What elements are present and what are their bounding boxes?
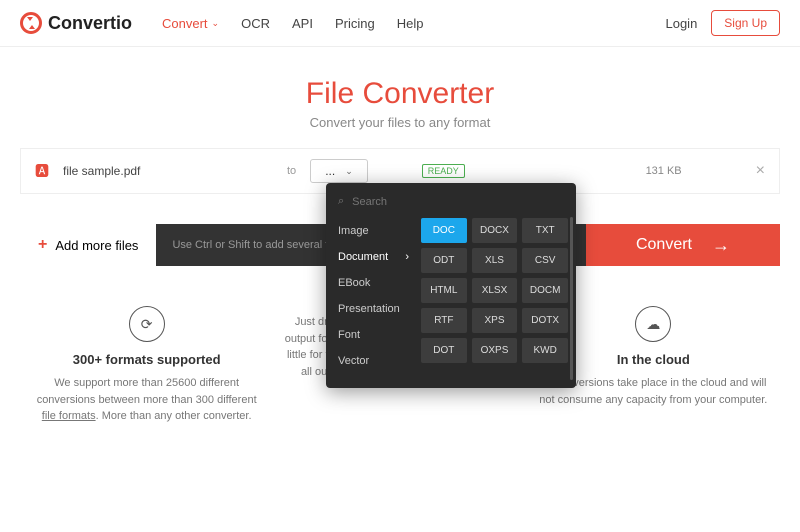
nav-ocr[interactable]: OCR — [241, 16, 270, 31]
category-image[interactable]: Image — [326, 218, 421, 244]
format-rtf[interactable]: RTF — [421, 308, 467, 333]
category-presentation[interactable]: Presentation — [326, 296, 421, 322]
signup-button[interactable]: Sign Up — [711, 10, 780, 36]
format-grid: DOCDOCXTXT ODTXLSCSV HTMLXLSXDOCM RTFXPSDOT… — [421, 214, 576, 378]
hero: File Converter Convert your files to any… — [0, 47, 800, 148]
feature-body: We support more than 25600 different con… — [30, 375, 263, 425]
format-kwd[interactable]: KWD — [522, 338, 568, 363]
nav-convert[interactable]: Convert⌄ — [162, 16, 219, 31]
format-xps[interactable]: XPS — [472, 308, 518, 333]
format-dotx[interactable]: DOTX — [522, 308, 568, 333]
file-formats-link[interactable]: file formats — [42, 410, 96, 422]
to-label: to — [287, 165, 296, 177]
nav-links: Convert⌄ OCR API Pricing Help — [162, 16, 423, 31]
convert-button[interactable]: Convert→ — [586, 224, 780, 266]
brand-name: Convertio — [48, 13, 132, 34]
category-ebook[interactable]: EBook — [326, 270, 421, 296]
remove-file-button[interactable]: × — [756, 162, 765, 180]
format-txt[interactable]: TXT — [522, 218, 568, 243]
login-link[interactable]: Login — [665, 16, 697, 31]
status-badge: READY — [422, 164, 465, 178]
format-oxps[interactable]: OXPS — [472, 338, 518, 363]
format-csv[interactable]: CSV — [522, 248, 568, 273]
chevron-down-icon: ⌄ — [212, 18, 220, 29]
category-font[interactable]: Font — [326, 322, 421, 348]
format-docx[interactable]: DOCX — [472, 218, 518, 243]
category-document[interactable]: Document› — [326, 244, 421, 270]
format-docm[interactable]: DOCM — [522, 278, 568, 303]
logo-icon — [20, 12, 42, 34]
category-list: ImageDocument›EBookPresentationFontVecto… — [326, 214, 421, 378]
feature-formats: ⟳ 300+ formats supported We support more… — [30, 306, 263, 425]
format-dropdown: ⌕ ImageDocument›EBookPresentationFontVec… — [326, 183, 576, 388]
nav-api[interactable]: API — [292, 16, 313, 31]
add-more-button[interactable]: + Add more files — [20, 224, 156, 266]
format-dot[interactable]: DOT — [421, 338, 467, 363]
format-doc[interactable]: DOC — [421, 218, 467, 243]
search-icon: ⌕ — [338, 195, 344, 208]
feature-title: 300+ formats supported — [30, 352, 263, 367]
logo[interactable]: Convertio — [20, 12, 132, 34]
scrollbar[interactable] — [570, 217, 573, 380]
chevron-right-icon: › — [405, 251, 409, 263]
plus-icon: + — [38, 236, 47, 254]
dropdown-search[interactable]: ⌕ — [326, 189, 576, 214]
search-input[interactable] — [352, 196, 564, 208]
format-odt[interactable]: ODT — [421, 248, 467, 273]
category-vector[interactable]: Vector — [326, 348, 421, 374]
file-name: file sample.pdf — [63, 164, 273, 178]
page-subtitle: Convert your files to any format — [0, 115, 800, 130]
top-nav: Convertio Convert⌄ OCR API Pricing Help … — [0, 0, 800, 47]
format-selector[interactable]: ...⌄ — [310, 159, 368, 183]
nav-help[interactable]: Help — [397, 16, 424, 31]
nav-pricing[interactable]: Pricing — [335, 16, 375, 31]
format-xls[interactable]: XLS — [472, 248, 518, 273]
arrow-right-icon: → — [712, 235, 730, 256]
file-size: 131 KB — [646, 165, 682, 177]
format-xlsx[interactable]: XLSX — [472, 278, 518, 303]
format-html[interactable]: HTML — [421, 278, 467, 303]
refresh-icon: ⟳ — [129, 306, 165, 342]
chevron-down-icon: ⌄ — [345, 166, 353, 177]
cloud-icon: ☁ — [635, 306, 671, 342]
pdf-icon: 🅰 — [35, 161, 49, 181]
page-title: File Converter — [0, 77, 800, 111]
